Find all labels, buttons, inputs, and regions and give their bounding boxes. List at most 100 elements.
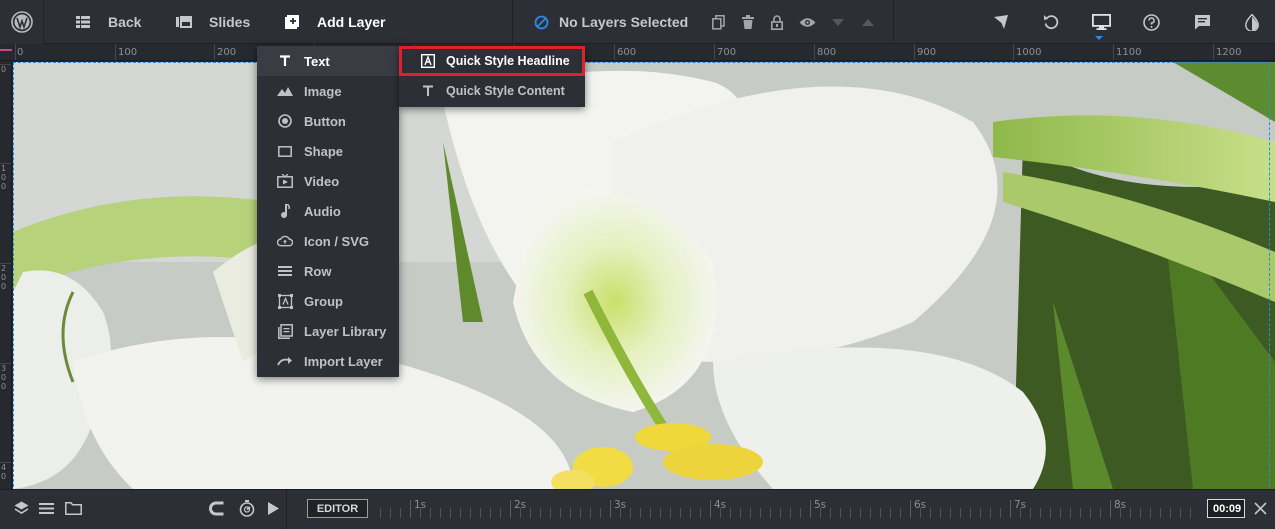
layers-icon[interactable] [11, 498, 31, 518]
grid-icon [76, 16, 90, 28]
ruler-label: 100 [118, 47, 138, 58]
slides-label: Slides [209, 14, 251, 30]
timeline-major-tick [910, 500, 911, 518]
timeline-major-tick [610, 500, 611, 518]
timeline-mark-label: 8s [1114, 499, 1127, 511]
menu-item-label: Shape [304, 143, 344, 159]
undo-icon[interactable] [1036, 0, 1066, 44]
selection-status-label: No Layers Selected [559, 14, 689, 30]
ruler-label: 1100 [1116, 47, 1142, 58]
shape-icon [277, 143, 293, 159]
menu-item-image[interactable]: Image [257, 76, 399, 106]
timeline-mark-label: 2s [514, 499, 527, 511]
menu-item-label: Image [304, 83, 342, 99]
timeline-timecode[interactable]: 00:09 [1207, 499, 1245, 518]
comment-icon[interactable] [1187, 0, 1217, 44]
layer-selection-status: No Layers Selected [534, 0, 688, 44]
menu-item-label: Audio [304, 203, 341, 219]
menu-item-label: Group [304, 293, 343, 309]
quick-style-content-option[interactable]: Quick Style Content [399, 76, 585, 106]
duplicate-icon[interactable] [703, 0, 733, 44]
active-device-indicator [1095, 36, 1103, 40]
menu-item-layer-library[interactable]: Layer Library [257, 316, 399, 346]
ruler-tick [914, 44, 915, 60]
ruler-tick [115, 44, 116, 60]
magnet-snap-icon[interactable] [206, 498, 226, 518]
help-icon[interactable] [1136, 0, 1166, 44]
menu-item-label: Text [304, 53, 330, 69]
ruler-label: 2 0 0 [1, 264, 7, 291]
back-label: Back [108, 14, 142, 30]
timeline-major-tick [1010, 500, 1011, 518]
menu-item-group[interactable]: Group [257, 286, 399, 316]
import-icon [277, 353, 293, 369]
video-icon [277, 173, 293, 189]
cursor-select-icon[interactable] [986, 0, 1016, 44]
cloud-icon [277, 233, 293, 249]
ruler-position-marker [0, 49, 12, 51]
menu-item-audio[interactable]: Audio [257, 196, 399, 226]
menu-item-button[interactable]: Button [257, 106, 399, 136]
top-toolbar: Back Slides Add Layer No Layers Selected [0, 0, 1275, 44]
back-button[interactable]: Back [76, 0, 141, 44]
no-selection-icon [534, 15, 549, 30]
row-icon [277, 263, 293, 279]
list-menu-icon[interactable] [36, 498, 56, 518]
menu-item-import-layer[interactable]: Import Layer [257, 346, 399, 376]
timeline-mark-label: 5s [814, 499, 827, 511]
timeline-ticks [380, 508, 1200, 518]
theme-contrast-icon[interactable] [1237, 0, 1267, 44]
group-icon [277, 293, 293, 309]
menu-item-row[interactable]: Row [257, 256, 399, 286]
timeline-major-tick [510, 500, 511, 518]
visibility-eye-icon[interactable] [792, 0, 822, 44]
close-timeline-icon[interactable] [1250, 498, 1270, 518]
menu-item-label: Layer Library [304, 323, 387, 339]
timeline-major-tick [410, 500, 411, 518]
quick-style-headline-option[interactable]: Quick Style Headline [399, 46, 585, 76]
timeline-tools [0, 490, 287, 529]
menu-item-shape[interactable]: Shape [257, 136, 399, 166]
menu-item-label: Row [304, 263, 332, 279]
add-layer-button[interactable]: Add Layer [285, 0, 385, 44]
play-icon[interactable] [263, 498, 283, 518]
ruler-label: 1 0 0 [1, 164, 7, 191]
editor-tag[interactable]: EDITOR [307, 499, 368, 518]
ruler-label: 1200 [1216, 47, 1242, 58]
folder-icon[interactable] [63, 498, 83, 518]
timeline-mark-label: 6s [914, 499, 927, 511]
image-icon [277, 83, 293, 99]
menu-item-icon-svg[interactable]: Icon / SVG [257, 226, 399, 256]
slides-button[interactable]: Slides [176, 0, 250, 44]
ruler-label: 700 [717, 47, 737, 58]
ruler-tick [1213, 44, 1214, 60]
slide-canvas[interactable] [13, 62, 1275, 489]
audio-icon [277, 203, 293, 219]
ruler-label: 200 [217, 47, 237, 58]
submenu-item-label: Quick Style Headline [446, 54, 570, 68]
lock-icon[interactable] [762, 0, 792, 44]
button-icon [277, 113, 293, 129]
timeline-bar: EDITOR 1s 2s 3s 4s 5s 6s 7s 8s 00:09 [0, 489, 1275, 529]
wordpress-logo-icon[interactable] [0, 0, 44, 44]
stopwatch-icon[interactable] [237, 498, 257, 518]
ruler-tick [1113, 44, 1114, 60]
add-layer-menu: Text Image Button Shape Video Audio Icon… [257, 46, 399, 377]
move-up-icon[interactable] [853, 0, 883, 44]
ruler-label: 4 0 [1, 463, 7, 481]
timeline-major-tick [810, 500, 811, 518]
timeline-major-tick [1110, 500, 1111, 518]
trash-icon[interactable] [733, 0, 763, 44]
ruler-label: 900 [917, 47, 937, 58]
toolbar-divider [893, 0, 894, 44]
menu-item-text[interactable]: Text [257, 46, 399, 76]
move-down-icon[interactable] [823, 0, 853, 44]
ruler-label: 800 [817, 47, 837, 58]
menu-item-video[interactable]: Video [257, 166, 399, 196]
menu-item-label: Video [304, 173, 340, 189]
submenu-item-label: Quick Style Content [446, 84, 565, 98]
ruler-label: 600 [617, 47, 637, 58]
layer-library-icon [277, 323, 293, 339]
horizontal-ruler: 0 100 200 300 400 500 600 700 800 900 10… [0, 44, 1275, 61]
ruler-label: 0 [17, 47, 24, 58]
